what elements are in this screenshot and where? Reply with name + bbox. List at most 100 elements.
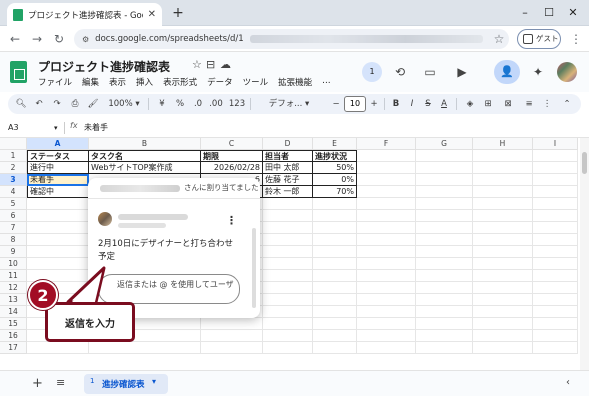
cell-d6[interactable] — [263, 210, 313, 222]
cell-i17[interactable] — [533, 342, 578, 354]
cell-g5[interactable] — [416, 198, 473, 210]
menu-item[interactable]: 挿入 — [136, 76, 153, 88]
cell-e3[interactable]: 0% — [313, 174, 357, 186]
cell-g9[interactable] — [416, 246, 473, 258]
zoom-select[interactable]: 100% ▾ — [106, 94, 142, 114]
cell-h12[interactable] — [473, 282, 533, 294]
row-header-5[interactable]: 5 — [0, 198, 27, 210]
row-header-8[interactable]: 8 — [0, 234, 27, 246]
cell-a17[interactable] — [27, 342, 89, 354]
cell-i8[interactable] — [533, 234, 578, 246]
menu-item[interactable]: 表示形式 — [163, 76, 197, 88]
cell-c1[interactable]: 期限 — [201, 150, 263, 162]
more-options-icon[interactable]: ⋮ — [540, 94, 554, 114]
cell-d8[interactable] — [263, 234, 313, 246]
align-icon[interactable]: ≡ — [522, 94, 536, 114]
chevron-down-icon[interactable]: ▾ — [152, 377, 156, 386]
cell-i16[interactable] — [533, 330, 578, 342]
cell-g10[interactable] — [416, 258, 473, 270]
font-select[interactable]: デフォ... ▾ — [258, 94, 320, 114]
column-header-d[interactable]: D — [263, 138, 313, 150]
site-info-icon[interactable]: ⚙ — [82, 35, 89, 44]
font-size-input[interactable]: 10 — [344, 96, 366, 112]
cell-a5[interactable] — [27, 198, 89, 210]
cell-f12[interactable] — [357, 282, 416, 294]
formula-input[interactable]: 未着手 — [84, 121, 108, 135]
cell-g7[interactable] — [416, 222, 473, 234]
redo-icon[interactable]: ↷ — [50, 94, 64, 114]
cell-g13[interactable] — [416, 294, 473, 306]
new-tab-icon[interactable]: + — [170, 5, 186, 21]
cell-g17[interactable] — [416, 342, 473, 354]
close-tab-icon[interactable]: ✕ — [148, 9, 156, 20]
row-header-11[interactable]: 11 — [0, 270, 27, 282]
cell-a7[interactable] — [27, 222, 89, 234]
bold-button[interactable]: B — [390, 94, 402, 114]
cell-d13[interactable] — [263, 294, 313, 306]
column-header-b[interactable]: B — [89, 138, 201, 150]
meet-icon[interactable]: ▶ — [452, 62, 472, 82]
cell-b1[interactable]: タスク名 — [89, 150, 201, 162]
cell-a3[interactable]: 未着手 — [27, 174, 89, 186]
cell-i5[interactable] — [533, 198, 578, 210]
print-icon[interactable]: ⎙ — [68, 94, 82, 114]
row-header-6[interactable]: 6 — [0, 210, 27, 222]
menu-item[interactable]: 拡張機能 — [278, 76, 312, 88]
font-size-decrease-button[interactable]: − — [330, 94, 342, 114]
name-box[interactable]: A3 ▾ — [8, 121, 62, 135]
cell-d5[interactable] — [263, 198, 313, 210]
cell-e7[interactable] — [313, 222, 357, 234]
close-window-icon[interactable]: ✕ — [564, 4, 582, 22]
cell-i2[interactable] — [533, 162, 578, 174]
cell-f5[interactable] — [357, 198, 416, 210]
font-size-increase-button[interactable]: + — [368, 94, 380, 114]
history-icon[interactable]: ⟲ — [390, 62, 410, 82]
cell-g8[interactable] — [416, 234, 473, 246]
row-header-15[interactable]: 15 — [0, 318, 27, 330]
cell-f10[interactable] — [357, 258, 416, 270]
cell-a6[interactable] — [27, 210, 89, 222]
collapse-toolbar-icon[interactable]: ⌃ — [560, 94, 574, 114]
row-header-13[interactable]: 13 — [0, 294, 27, 306]
cell-f14[interactable] — [357, 306, 416, 318]
cell-f3[interactable] — [357, 174, 416, 186]
cell-e2[interactable]: 50% — [313, 162, 357, 174]
cell-h6[interactable] — [473, 210, 533, 222]
cell-g11[interactable] — [416, 270, 473, 282]
cell-g3[interactable] — [416, 174, 473, 186]
browser-tab[interactable]: プロジェクト進捗確認表 - Google ✕ — [7, 3, 162, 26]
minimize-icon[interactable]: – — [516, 4, 534, 22]
cell-g12[interactable] — [416, 282, 473, 294]
cell-e5[interactable] — [313, 198, 357, 210]
row-header-16[interactable]: 16 — [0, 330, 27, 342]
cell-a4[interactable]: 確認中 — [27, 186, 89, 198]
cell-a1[interactable]: ステータス — [27, 150, 89, 162]
cell-e6[interactable] — [313, 210, 357, 222]
cell-h8[interactable] — [473, 234, 533, 246]
cell-i14[interactable] — [533, 306, 578, 318]
cell-g14[interactable] — [416, 306, 473, 318]
user-avatar[interactable] — [557, 62, 577, 82]
cell-i11[interactable] — [533, 270, 578, 282]
sheet-tab[interactable]: 1 進捗確認表 ▾ — [84, 374, 168, 394]
all-sheets-icon[interactable]: ≡ — [56, 376, 65, 389]
cell-d17[interactable] — [263, 342, 313, 354]
cell-e17[interactable] — [313, 342, 357, 354]
cell-f7[interactable] — [357, 222, 416, 234]
cell-d7[interactable] — [263, 222, 313, 234]
sheets-logo-icon[interactable] — [10, 61, 27, 83]
row-header-14[interactable]: 14 — [0, 306, 27, 318]
row-header-12[interactable]: 12 — [0, 282, 27, 294]
paint-format-icon[interactable]: 🖌︎ — [86, 94, 100, 114]
cell-e4[interactable]: 70% — [313, 186, 357, 198]
cell-f2[interactable] — [357, 162, 416, 174]
column-header-f[interactable]: F — [357, 138, 416, 150]
cell-d14[interactable] — [263, 306, 313, 318]
row-header-3[interactable]: 3 — [0, 174, 27, 186]
text-color-button[interactable]: A — [438, 94, 450, 114]
popup-scrollbar[interactable] — [252, 228, 256, 308]
cell-i15[interactable] — [533, 318, 578, 330]
cell-c17[interactable] — [201, 342, 263, 354]
cell-i9[interactable] — [533, 246, 578, 258]
document-title[interactable]: プロジェクト進捗確認表 — [38, 58, 170, 75]
